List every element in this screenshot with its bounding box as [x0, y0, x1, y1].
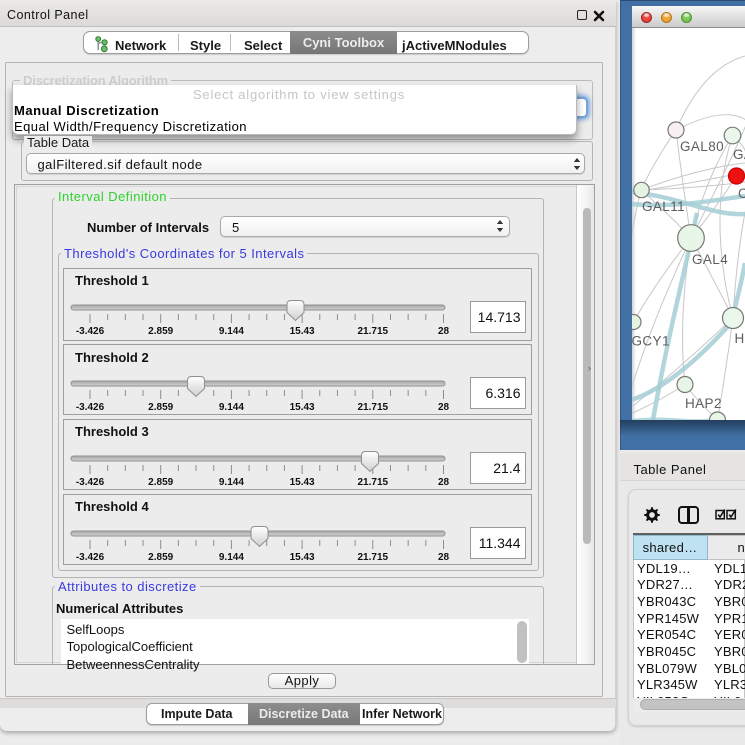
svg-text:GA: GA: [733, 147, 745, 162]
svg-text:GAL4: GAL4: [692, 252, 728, 267]
svg-text:GAL80: GAL80: [680, 139, 724, 154]
svg-text:GAL11: GAL11: [642, 199, 685, 214]
svg-text:H: H: [735, 331, 745, 346]
svg-text:HAP2: HAP2: [685, 396, 722, 411]
svg-text:C: C: [738, 186, 745, 201]
svg-text:GCY1: GCY1: [632, 334, 670, 349]
